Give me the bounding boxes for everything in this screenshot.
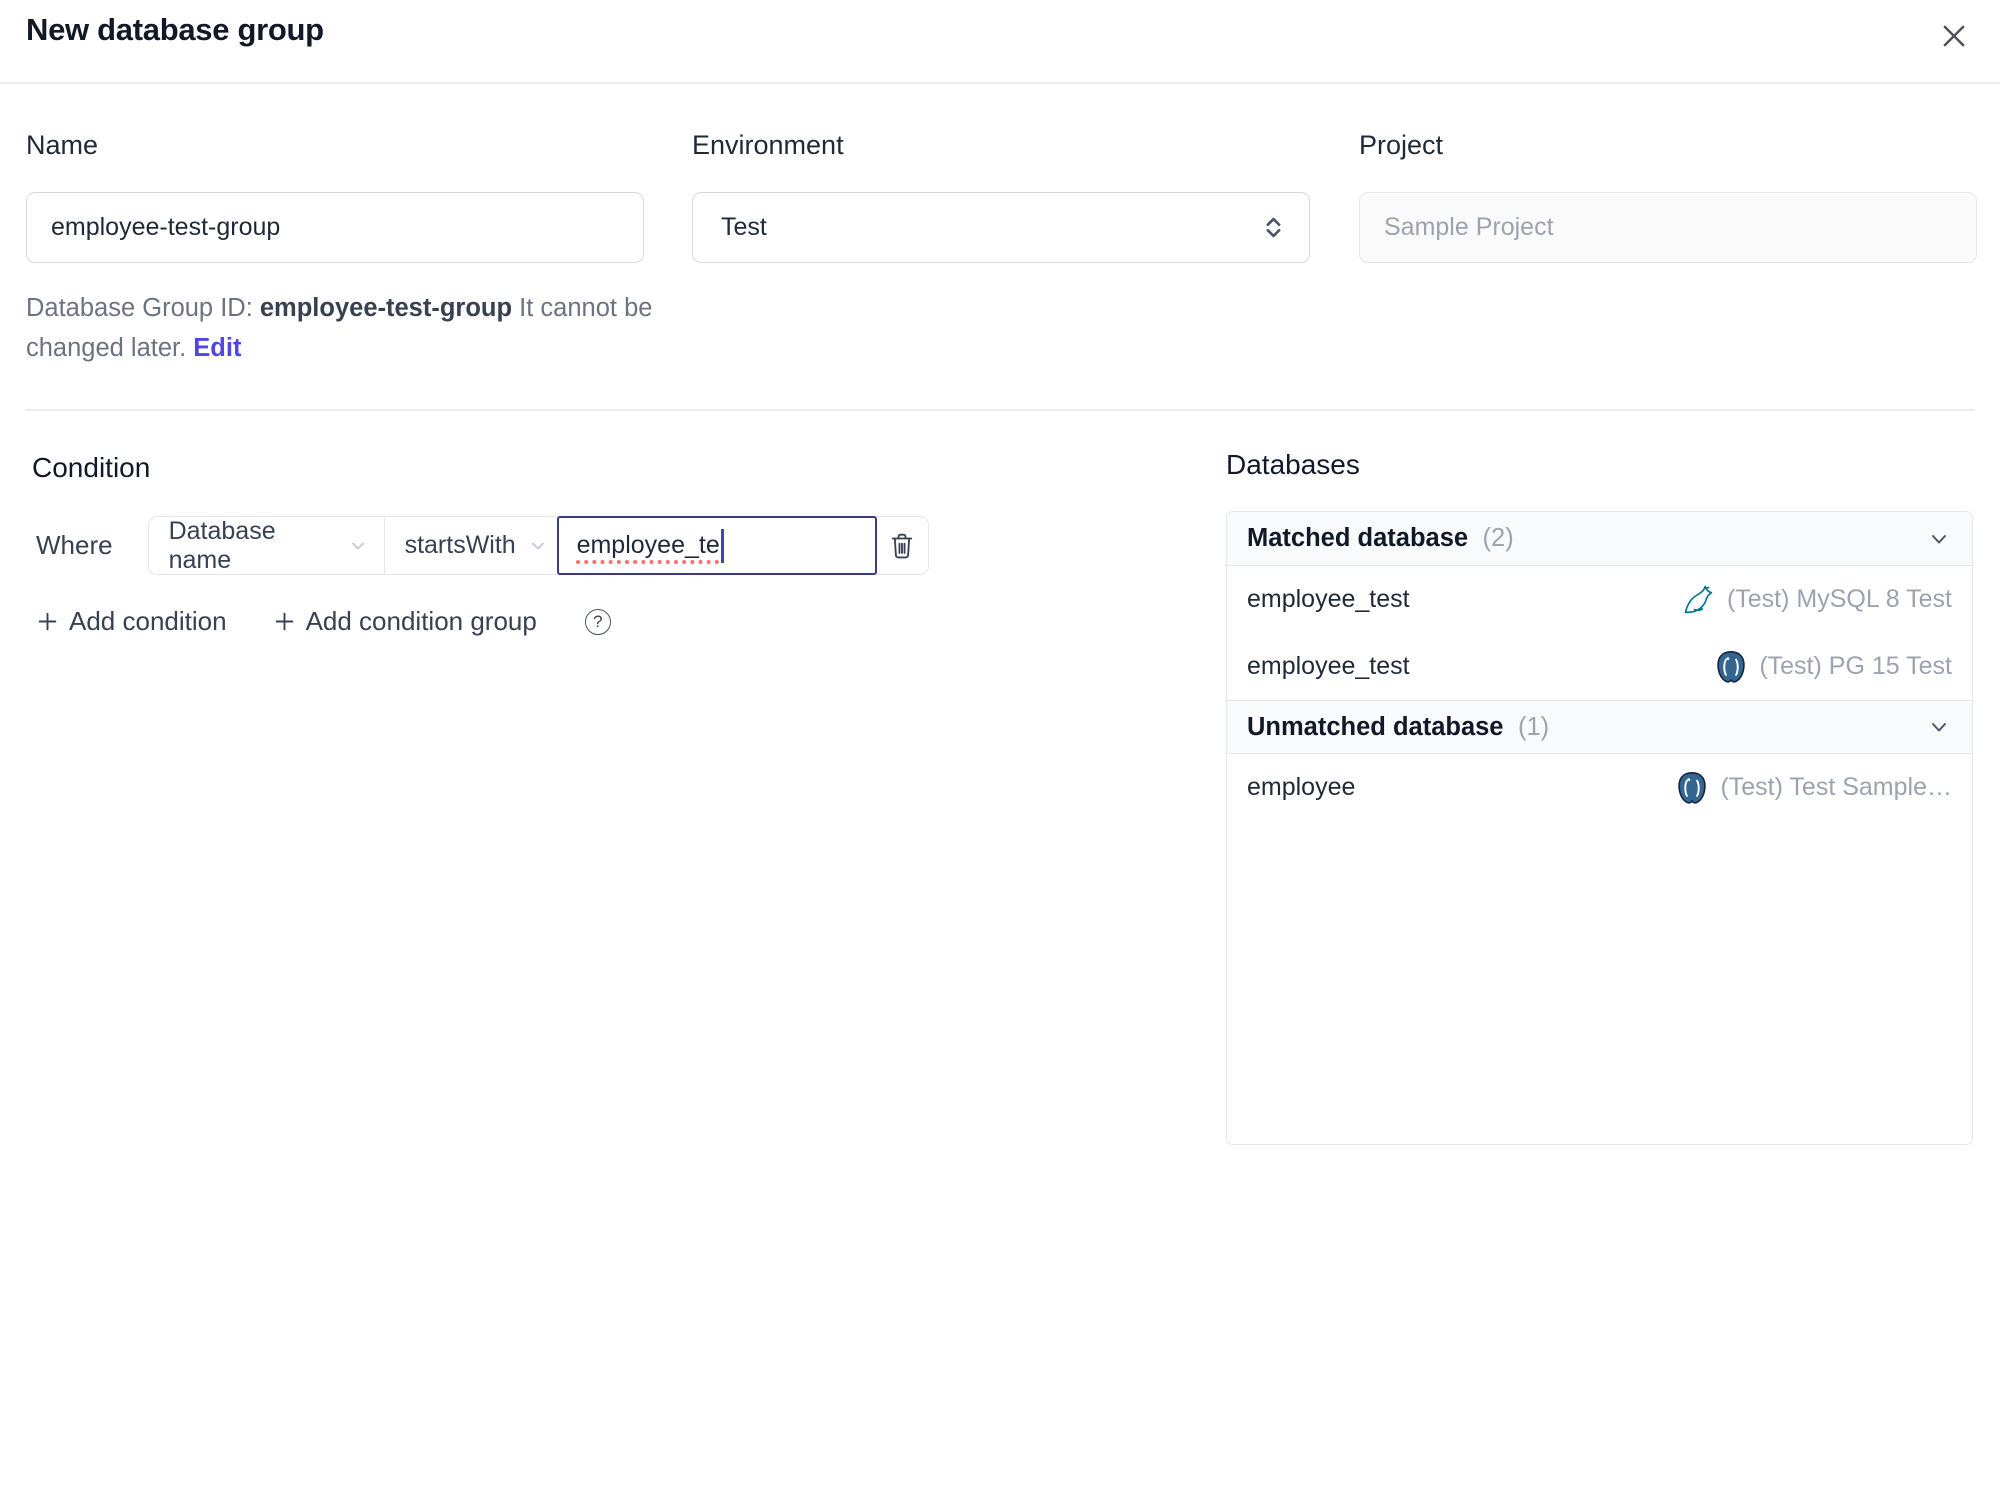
databases-heading: Databases: [1226, 449, 1360, 480]
close-button[interactable]: [1934, 16, 1974, 56]
environment-select[interactable]: Test: [692, 192, 1310, 263]
postgresql-icon: [1674, 770, 1710, 806]
database-name: employee_test: [1247, 652, 1410, 680]
condition-field-value: Database name: [168, 516, 276, 574]
condition-operator-value: startsWith: [404, 531, 516, 559]
database-instance-label: (Test) Test Sample…: [1720, 773, 1952, 801]
chevron-down-icon: [348, 536, 368, 556]
plus-icon: [273, 610, 296, 633]
environment-label: Environment: [692, 130, 844, 160]
delete-condition-button[interactable]: [876, 517, 928, 574]
name-label: Name: [26, 130, 99, 160]
chevron-down-icon: [1926, 526, 1952, 552]
name-input[interactable]: [26, 192, 644, 263]
environment-selected-value: Test: [721, 213, 767, 241]
databases-panel: Matched database (2) employee_test (Test…: [1226, 511, 1973, 1145]
add-condition-group-label: Add condition group: [305, 606, 537, 636]
matched-database-label: Matched database: [1247, 524, 1469, 552]
trash-icon: [888, 531, 916, 561]
database-instance-label: (Test) MySQL 8 Test: [1726, 585, 1952, 613]
project-label: Project: [1359, 130, 1444, 160]
database-name: employee_test: [1247, 585, 1410, 613]
database-instance: (Test) Test Sample…: [1674, 770, 1952, 806]
section-divider: [26, 409, 1974, 411]
mysql-icon: [1681, 582, 1717, 618]
database-group-id-note: Database Group ID: employee-test-group I…: [26, 288, 666, 368]
unmatched-database-section-header[interactable]: Unmatched database (1): [1227, 700, 1972, 754]
dialog-title: New database group: [26, 12, 324, 47]
add-condition-button[interactable]: Add condition: [36, 606, 227, 637]
close-icon: [1938, 20, 1970, 52]
database-row: employee_test (Test) PG 15 Test: [1227, 633, 1972, 700]
database-group-id-value: employee-test-group: [259, 294, 513, 322]
help-icon[interactable]: ?: [584, 608, 611, 635]
database-instance-label: (Test) PG 15 Test: [1759, 652, 1952, 680]
condition-value-input[interactable]: employee_te: [556, 516, 877, 575]
matched-database-count: (2): [1482, 524, 1514, 552]
condition-row: Where Database name startsWith employee_…: [36, 516, 929, 575]
unmatched-database-label: Unmatched database: [1247, 712, 1504, 741]
database-instance: (Test) MySQL 8 Test: [1681, 582, 1952, 618]
condition-heading: Condition: [32, 452, 151, 483]
postgresql-icon: [1713, 649, 1749, 685]
database-row: employee_test (Test) MySQL 8 Test: [1227, 566, 1972, 633]
id-note-prefix: Database Group ID:: [26, 294, 260, 322]
condition-value-text: employee_te: [576, 531, 720, 559]
text-cursor: [720, 528, 724, 563]
database-name: employee: [1247, 773, 1356, 801]
plus-icon: [36, 610, 59, 633]
condition-field-select[interactable]: Database name: [149, 517, 385, 574]
unmatched-database-count: (1): [1517, 712, 1550, 741]
where-label: Where: [36, 530, 113, 560]
add-condition-group-button[interactable]: Add condition group: [273, 606, 537, 637]
database-row: employee (Test) Test Sample…: [1227, 754, 1972, 821]
database-instance: (Test) PG 15 Test: [1713, 649, 1952, 685]
condition-actions: Add condition Add condition group ?: [36, 606, 611, 637]
chevron-up-down-icon: [1260, 214, 1287, 241]
chevron-down-icon: [528, 536, 548, 556]
edit-id-link[interactable]: Edit: [193, 334, 241, 362]
chevron-down-icon: [1926, 714, 1952, 740]
matched-database-section-header[interactable]: Matched database (2): [1227, 512, 1972, 566]
project-input: [1359, 192, 1977, 263]
add-condition-label: Add condition: [69, 606, 227, 636]
dialog-header: New database group: [0, 0, 2000, 84]
condition-expression-group: Database name startsWith employee_te: [147, 516, 929, 575]
condition-operator-select[interactable]: startsWith: [385, 517, 558, 574]
